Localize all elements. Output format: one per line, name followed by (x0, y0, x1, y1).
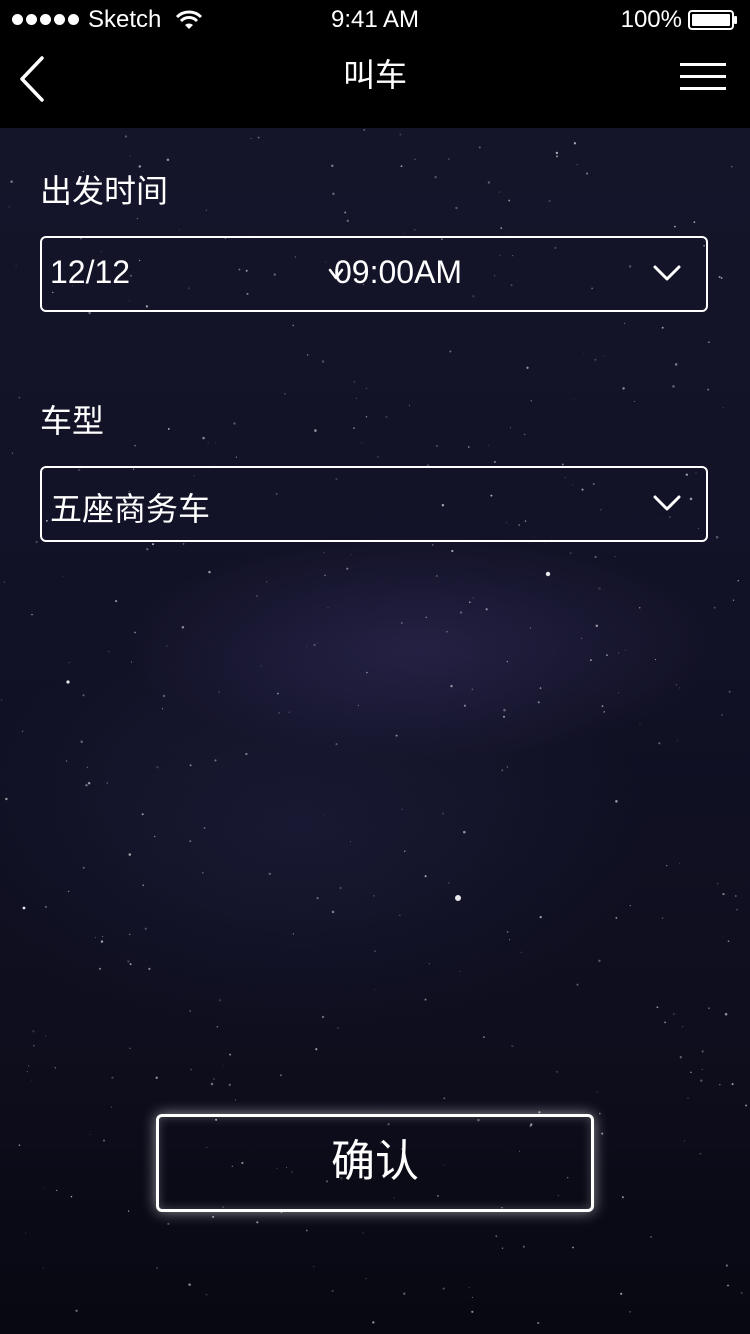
departure-date-value: 12/12 (50, 254, 131, 290)
page-title: 叫车 (342, 56, 407, 94)
navigation-bar: 叫车 (0, 40, 750, 128)
screen: Sketch 9:41 AM 100% 叫车 出发时间 12/12 09:00A… (0, 0, 750, 1334)
booking-form: 出发时间 12/12 09:00AM 车型 五座商务车 确认 (0, 128, 750, 1334)
chevron-down-icon (653, 495, 681, 511)
departure-time-value: 09:00AM (334, 254, 463, 290)
status-bar: Sketch 9:41 AM 100% (0, 0, 750, 40)
chevron-down-icon (653, 265, 681, 281)
hamburger-menu-icon[interactable] (680, 60, 726, 94)
car-type-value: 五座商务车 (50, 490, 211, 528)
confirm-button[interactable]: 确认 (156, 1114, 594, 1212)
departure-time-select[interactable]: 12/12 09:00AM (40, 236, 708, 312)
battery-icon (688, 10, 737, 30)
car-type-select[interactable]: 五座商务车 (40, 466, 708, 542)
battery-percent: 100% (620, 6, 682, 33)
departure-time-label: 出发时间 (40, 172, 169, 210)
car-type-label: 车型 (40, 402, 105, 440)
